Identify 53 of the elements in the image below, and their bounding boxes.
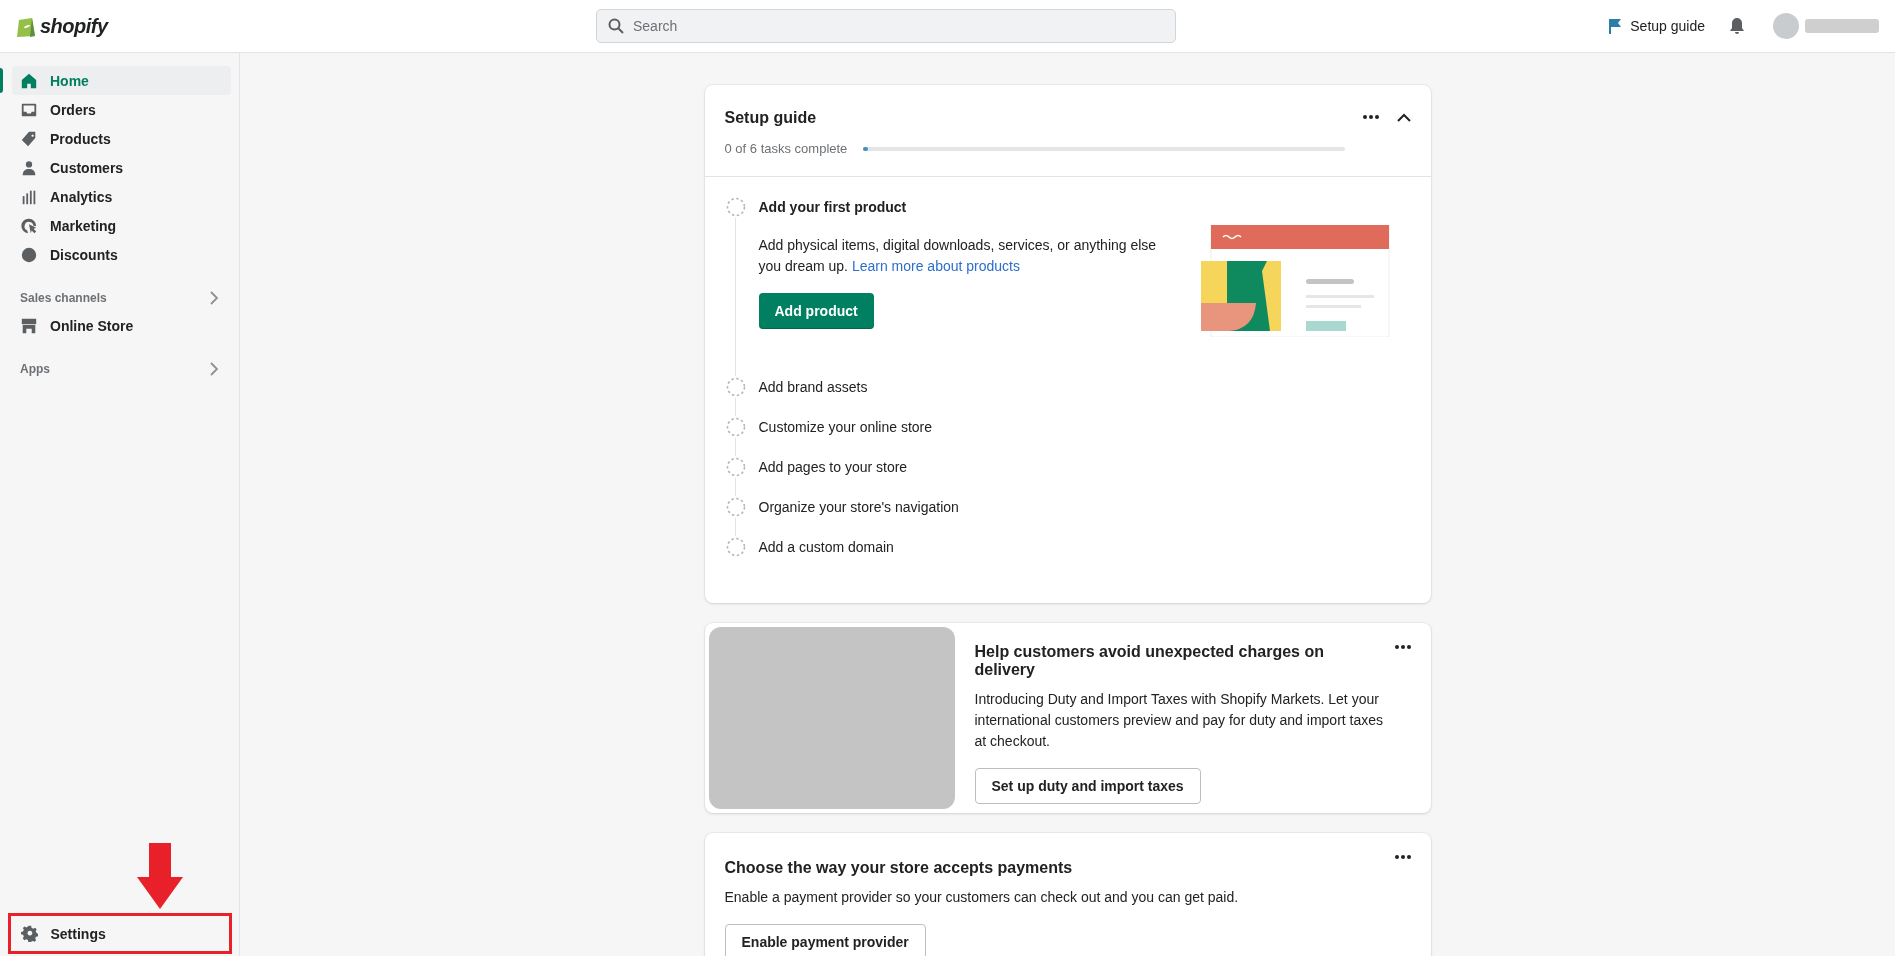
nav-item[interactable]: Products (12, 124, 231, 153)
nav-icon (20, 158, 38, 177)
task-title[interactable]: Add pages to your store (758, 457, 908, 477)
chevron-up-icon[interactable] (1396, 113, 1411, 122)
more-icon[interactable] (1394, 645, 1411, 649)
action-button[interactable]: Enable payment provider (724, 924, 926, 956)
nav-item[interactable]: Analytics (12, 182, 231, 211)
nav-icon (20, 245, 38, 264)
notification-bell-icon[interactable] (1729, 17, 1745, 35)
chevron-right-icon[interactable] (209, 362, 219, 376)
nav-icon (20, 216, 38, 235)
card-description: Enable a payment provider so your customers can check out and you can get paid. (724, 888, 1240, 907)
settings-nav-item[interactable]: Settings (12, 919, 229, 948)
progress-text: 0 of 6 tasks complete (724, 141, 848, 156)
card-title: Choose the way your store accepts payments (724, 859, 1074, 877)
dashed-circle-icon[interactable] (725, 377, 746, 397)
nav-item[interactable]: Discounts (12, 240, 231, 269)
nav-icon (20, 129, 38, 148)
task-title[interactable]: Customize your online store (758, 417, 933, 437)
flag-icon (1608, 18, 1623, 34)
search-field[interactable]: Search (596, 9, 1176, 43)
dashed-circle-icon[interactable] (725, 537, 746, 557)
add-product-button[interactable]: Add product (758, 293, 874, 329)
task-description: Add physical items, digital downloads, services, or anything else you dream up. Learn more about products (758, 236, 1158, 276)
chevron-right-icon[interactable] (209, 291, 219, 305)
dashed-circle-icon[interactable] (725, 197, 746, 217)
learn-more-link[interactable]: Learn more about products (851, 258, 1020, 274)
brand-logo-text[interactable]: shopify (40, 14, 108, 38)
section-heading: Sales channels (20, 291, 107, 305)
annotation-arrow (136, 843, 183, 909)
nav-icon (20, 71, 38, 90)
setup-guide-link[interactable]: Setup guide (1608, 18, 1705, 34)
task-title[interactable]: Add a custom domain (758, 537, 894, 557)
more-icon[interactable] (1394, 855, 1411, 859)
dashed-circle-icon[interactable] (725, 417, 746, 437)
nav-item[interactable]: Marketing (12, 211, 231, 240)
card-title: Setup guide (724, 109, 818, 127)
nav-item[interactable]: Online Store (12, 311, 231, 340)
action-button[interactable]: Set up duty and import taxes (974, 768, 1201, 804)
task-title[interactable]: Add brand assets (758, 377, 868, 397)
nav-item[interactable]: Customers (12, 153, 231, 182)
avatar[interactable] (1773, 13, 1799, 39)
task-title[interactable]: Organize your store's navigation (758, 497, 959, 517)
nav-item[interactable]: Orders (12, 95, 231, 124)
dashed-circle-icon[interactable] (725, 457, 746, 477)
card-description: Introducing Duty and Import Taxes with Shopify Markets. Let your international customers preview and pay for duty and import taxes at checkout. (974, 690, 1385, 751)
more-icon[interactable] (1362, 115, 1379, 119)
dashed-circle-icon[interactable] (725, 497, 746, 517)
settings-icon (20, 924, 39, 943)
storefront-icon (20, 316, 38, 335)
card-title: Help customers avoid unexpected charges on delivery (974, 643, 1325, 679)
section-heading: Apps (20, 362, 50, 376)
task-title[interactable]: Add your first product (758, 197, 907, 217)
